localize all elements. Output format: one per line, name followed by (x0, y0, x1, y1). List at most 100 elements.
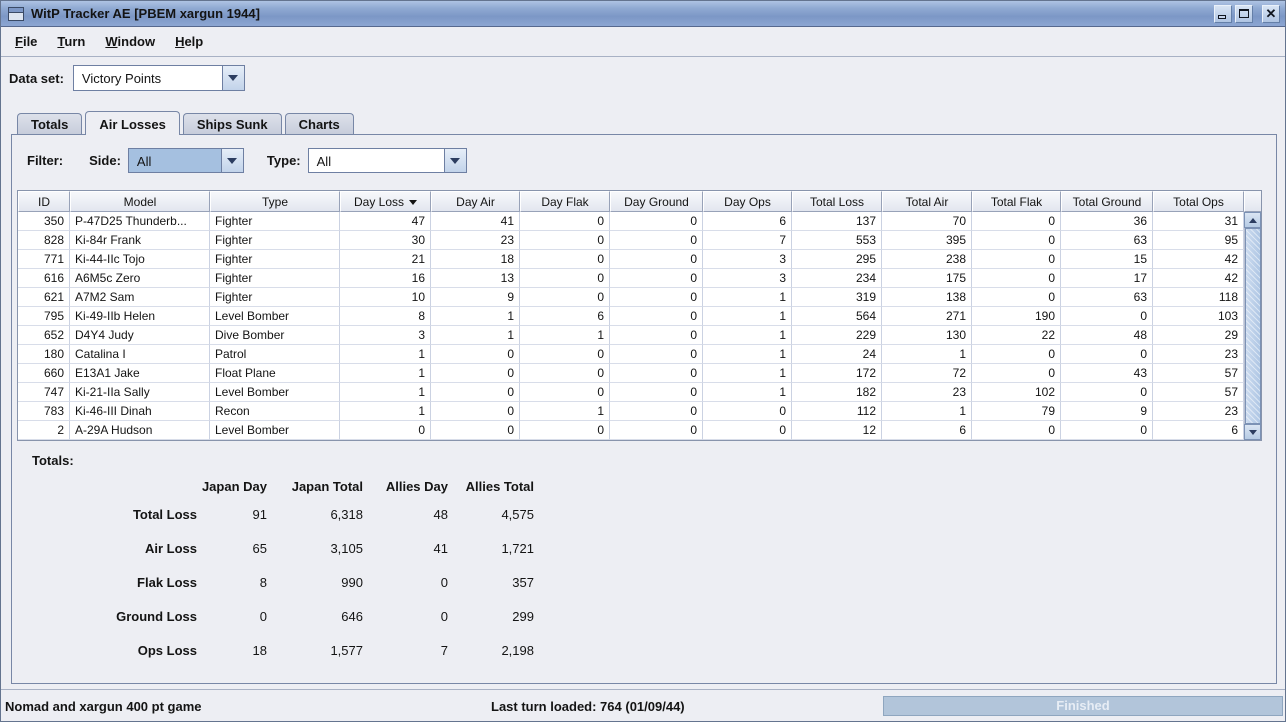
table-cell[interactable]: 13 (431, 269, 520, 288)
table-cell[interactable]: 22 (972, 326, 1061, 345)
table-cell[interactable]: 0 (610, 250, 703, 269)
table-cell[interactable]: 2 (18, 421, 70, 440)
table-cell[interactable]: 12 (792, 421, 882, 440)
table-cell[interactable]: 23 (1153, 402, 1244, 421)
table-cell[interactable]: Fighter (210, 269, 340, 288)
table-cell[interactable]: 0 (972, 288, 1061, 307)
column-header-model[interactable]: Model (70, 191, 210, 212)
table-cell[interactable]: 57 (1153, 383, 1244, 402)
table-cell[interactable]: 112 (792, 402, 882, 421)
table-cell[interactable]: 1 (520, 326, 610, 345)
table-cell[interactable]: Level Bomber (210, 307, 340, 326)
table-cell[interactable]: 783 (18, 402, 70, 421)
table-cell[interactable]: 0 (610, 212, 703, 231)
table-cell[interactable]: 172 (792, 364, 882, 383)
table-cell[interactable]: 1 (431, 326, 520, 345)
table-cell[interactable]: 57 (1153, 364, 1244, 383)
table-cell[interactable]: 1 (703, 383, 792, 402)
table-cell[interactable]: Dive Bomber (210, 326, 340, 345)
table-cell[interactable]: 0 (610, 231, 703, 250)
table-cell[interactable]: 41 (431, 212, 520, 231)
table-cell[interactable]: P-47D25 Thunderb... (70, 212, 210, 231)
table-cell[interactable]: 828 (18, 231, 70, 250)
table-cell[interactable]: 23 (431, 231, 520, 250)
table-cell[interactable]: 31 (1153, 212, 1244, 231)
table-cell[interactable]: 0 (972, 345, 1061, 364)
table-cell[interactable]: Fighter (210, 288, 340, 307)
scroll-up-button[interactable] (1244, 212, 1261, 228)
table-cell[interactable]: 1 (431, 307, 520, 326)
table-cell[interactable]: 0 (520, 345, 610, 364)
table-cell[interactable]: A7M2 Sam (70, 288, 210, 307)
table-row[interactable]: 350 P-47D25 Thunderb... Fighter 47 41 0 0 6 137 7… (18, 212, 1244, 231)
column-header-day-ops[interactable]: Day Ops (703, 191, 792, 212)
table-cell[interactable]: 72 (882, 364, 972, 383)
table-cell[interactable]: 0 (431, 421, 520, 440)
table-cell[interactable]: D4Y4 Judy (70, 326, 210, 345)
table-cell[interactable]: 564 (792, 307, 882, 326)
table-cell[interactable]: Level Bomber (210, 383, 340, 402)
column-header-total-flak[interactable]: Total Flak (972, 191, 1061, 212)
table-cell[interactable]: 0 (520, 231, 610, 250)
table-cell[interactable]: 0 (520, 269, 610, 288)
scrollbar-thumb[interactable] (1245, 228, 1261, 424)
table-cell[interactable]: Patrol (210, 345, 340, 364)
table-row[interactable]: 828 Ki-84r Frank Fighter 30 23 0 0 7 553 395 0 63 95 (18, 231, 1244, 250)
table-cell[interactable]: 0 (610, 383, 703, 402)
table-cell[interactable]: 118 (1153, 288, 1244, 307)
table-cell[interactable]: 0 (610, 269, 703, 288)
table-cell[interactable]: 0 (972, 364, 1061, 383)
table-cell[interactable]: 79 (972, 402, 1061, 421)
table-cell[interactable]: 395 (882, 231, 972, 250)
table-cell[interactable]: 63 (1061, 231, 1153, 250)
table-cell[interactable]: 0 (520, 383, 610, 402)
table-cell[interactable]: 6 (703, 212, 792, 231)
maximize-button[interactable] (1235, 4, 1253, 23)
close-button[interactable]: ✕ (1262, 4, 1280, 23)
table-cell[interactable]: 48 (1061, 326, 1153, 345)
column-header-total-ground[interactable]: Total Ground (1061, 191, 1153, 212)
dataset-combo[interactable]: Victory Points (72, 65, 245, 91)
column-header-day-flak[interactable]: Day Flak (520, 191, 610, 212)
table-cell[interactable]: 0 (431, 345, 520, 364)
table-cell[interactable]: 3 (703, 269, 792, 288)
table-cell[interactable]: 271 (882, 307, 972, 326)
table-cell[interactable]: 47 (340, 212, 431, 231)
table-cell[interactable]: 0 (610, 421, 703, 440)
table-cell[interactable]: 319 (792, 288, 882, 307)
table-cell[interactable]: 1 (703, 364, 792, 383)
table-cell[interactable]: 0 (972, 269, 1061, 288)
table-cell[interactable]: Ki-21-IIa Sally (70, 383, 210, 402)
table-cell[interactable]: Ki-44-IIc Tojo (70, 250, 210, 269)
table-cell[interactable]: 0 (703, 402, 792, 421)
table-cell[interactable]: 29 (1153, 326, 1244, 345)
table-cell[interactable]: Recon (210, 402, 340, 421)
vertical-scrollbar[interactable] (1244, 191, 1261, 440)
minimize-button[interactable] (1214, 4, 1232, 23)
table-cell[interactable]: 795 (18, 307, 70, 326)
table-cell[interactable]: 1 (340, 383, 431, 402)
menu-file[interactable]: File (5, 29, 47, 54)
table-row[interactable]: 621 A7M2 Sam Fighter 10 9 0 0 1 319 138 0 63 118 (18, 288, 1244, 307)
table-cell[interactable]: 15 (1061, 250, 1153, 269)
table-cell[interactable]: 238 (882, 250, 972, 269)
table-row[interactable]: 616 A6M5c Zero Fighter 16 13 0 0 3 234 175 0 17 42 (18, 269, 1244, 288)
table-cell[interactable]: 24 (792, 345, 882, 364)
table-cell[interactable]: 182 (792, 383, 882, 402)
table-cell[interactable]: 0 (972, 212, 1061, 231)
table-cell[interactable]: 0 (431, 383, 520, 402)
menu-window[interactable]: Window (95, 29, 165, 54)
table-cell[interactable]: 0 (972, 250, 1061, 269)
column-header-total-loss[interactable]: Total Loss (792, 191, 882, 212)
column-header-total-ops[interactable]: Total Ops (1153, 191, 1244, 212)
table-cell[interactable]: 30 (340, 231, 431, 250)
table-cell[interactable]: 42 (1153, 269, 1244, 288)
table-cell[interactable]: 6 (882, 421, 972, 440)
table-cell[interactable]: 9 (431, 288, 520, 307)
table-row[interactable]: 783 Ki-46-III Dinah Recon 1 0 1 0 0 112 1 79 9 23 (18, 402, 1244, 421)
table-cell[interactable]: 0 (431, 402, 520, 421)
table-cell[interactable]: 138 (882, 288, 972, 307)
title-bar[interactable]: WitP Tracker AE [PBEM xargun 1944] ✕ (1, 1, 1285, 27)
table-cell[interactable]: A6M5c Zero (70, 269, 210, 288)
table-cell[interactable]: 18 (431, 250, 520, 269)
